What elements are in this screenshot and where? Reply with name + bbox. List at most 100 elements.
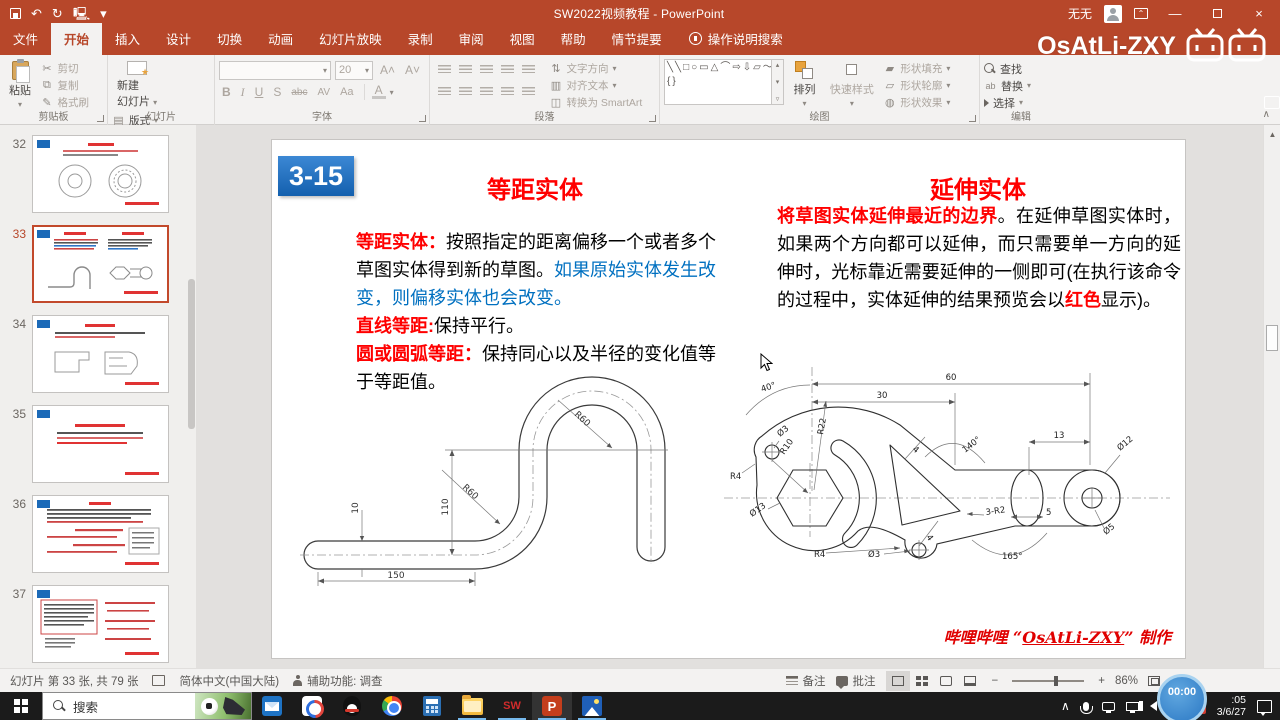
save-icon[interactable] (10, 8, 21, 19)
align-left-icon[interactable] (438, 87, 451, 97)
thumbnail-scrollbar[interactable] (188, 129, 195, 659)
tab-help[interactable]: 帮助 (548, 23, 599, 55)
shape-fill-button[interactable]: ▰ 形状填充 ▾ (883, 61, 951, 76)
justify-icon[interactable] (501, 87, 514, 97)
slide-footer-credit[interactable]: 哔哩哔哩 “OsAtLi-ZXY” 制作 (943, 624, 1171, 648)
font-dialog-launcher-icon[interactable] (419, 115, 426, 122)
paste-button[interactable]: 粘贴 ▾ (4, 59, 36, 111)
thumbnail-slide-34[interactable]: 34 (6, 315, 169, 393)
thumbnail-slide-32[interactable]: 32 (6, 135, 169, 213)
taskbar-file-explorer-icon[interactable] (452, 692, 492, 720)
tab-record[interactable]: 录制 (395, 23, 446, 55)
taskbar-calculator-icon[interactable] (412, 692, 452, 720)
normal-view-button[interactable] (885, 670, 910, 691)
right-title[interactable]: 延伸实体 (777, 170, 1179, 205)
slide-number-badge[interactable]: 3-15 (278, 156, 354, 196)
scroll-up-icon[interactable]: ▲ (1264, 127, 1280, 142)
vertical-scrollbar[interactable]: ▲ (1263, 125, 1280, 668)
start-slideshow-icon[interactable]: 🖳 (73, 7, 90, 20)
tray-volume-icon[interactable] (1138, 701, 1157, 711)
right-text-block[interactable]: 将草图实体延伸最近的边界。在延伸草图实体时，如果两个方向都可以延伸，而只需要单一… (777, 202, 1181, 314)
start-button[interactable] (0, 692, 42, 720)
collapse-ribbon-icon[interactable]: ∧ (1263, 109, 1270, 120)
zoom-out-icon[interactable]: − (992, 675, 999, 687)
shape-outline-button[interactable]: ▱ 形状轮廓 ▾ (883, 78, 951, 93)
tray-expand-icon[interactable]: ∧ (1061, 699, 1070, 713)
text-direction-button[interactable]: ⇅ 文字方向 ▾ (549, 61, 642, 76)
paragraph-dialog-launcher-icon[interactable] (649, 115, 656, 122)
minimize-button[interactable]: — (1160, 0, 1190, 27)
taskbar-search[interactable]: 搜索 (42, 692, 252, 720)
taskbar-qq-icon[interactable] (332, 692, 372, 720)
slide-sorter-view-button[interactable] (910, 671, 934, 691)
tab-file[interactable]: 文件 (0, 23, 51, 55)
increase-font-icon[interactable]: A˄ (377, 63, 398, 77)
quick-styles-button[interactable]: 快速样式 ▾ (825, 59, 879, 111)
display-settings-icon[interactable] (152, 675, 166, 686)
columns-icon[interactable] (522, 87, 535, 97)
numbering-icon[interactable] (459, 65, 472, 75)
account-name[interactable]: 无无 (1068, 5, 1092, 22)
change-case-button[interactable]: Aa (337, 86, 356, 98)
taskbar-meeting-app-icon[interactable] (292, 692, 332, 720)
taskbar-clock[interactable]: :05 3/6/27 (1217, 694, 1246, 718)
recording-timer-overlay[interactable]: 00:00 (1157, 674, 1207, 720)
underline-button[interactable]: U (252, 85, 267, 99)
taskbar-solidworks-icon[interactable]: SW (492, 692, 532, 720)
ribbon-display-options-icon[interactable]: ⌃ (1134, 8, 1148, 19)
copy-button[interactable]: ⧉ 复制 (40, 78, 89, 93)
clipboard-dialog-launcher-icon[interactable] (97, 115, 104, 122)
align-right-icon[interactable] (480, 87, 493, 97)
reading-view-button[interactable] (934, 671, 958, 691)
thumbnail-slide-36[interactable]: 36 (6, 495, 169, 573)
align-center-icon[interactable] (459, 87, 472, 97)
bullets-icon[interactable] (438, 65, 451, 75)
shapes-gallery[interactable]: ╲╲□○▭△⌒⇨⇩▱〜{} (664, 59, 772, 105)
arrange-button[interactable]: 排列 ▾ (788, 59, 820, 111)
tab-insert[interactable]: 插入 (102, 23, 153, 55)
slideshow-view-button[interactable] (958, 671, 982, 691)
line-spacing-icon[interactable] (522, 65, 535, 75)
thumbnail-slide-33-current[interactable]: 33 (6, 225, 169, 303)
find-button[interactable]: 查找 (984, 61, 1031, 76)
increase-indent-icon[interactable] (501, 65, 514, 75)
comments-toggle[interactable]: 批注 (835, 673, 876, 689)
fit-slide-icon[interactable] (1148, 675, 1160, 686)
scrollbar-thumb[interactable] (1266, 325, 1278, 351)
font-name-combobox[interactable]: ▾ (219, 60, 331, 80)
taskbar-chrome-icon[interactable] (372, 692, 412, 720)
tab-storyboarding[interactable]: 情节提要 (599, 23, 675, 55)
avatar[interactable] (1104, 4, 1122, 23)
undo-icon[interactable]: ↶ (31, 7, 42, 20)
replace-button[interactable]: ab 替换 ▾ (984, 78, 1031, 93)
align-text-button[interactable]: ▥ 对齐文本 ▾ (549, 78, 642, 93)
tray-microphone-icon[interactable] (1080, 701, 1094, 714)
new-slide-button[interactable]: 新建幻灯片 ▾ (112, 59, 162, 111)
maximize-button[interactable] (1202, 0, 1232, 27)
zoom-slider[interactable] (1012, 675, 1085, 686)
taskbar-mail-icon[interactable] (252, 692, 292, 720)
tab-animations[interactable]: 动画 (255, 23, 306, 55)
zoom-in-icon[interactable]: + (1098, 675, 1105, 687)
action-center-icon[interactable] (1257, 699, 1272, 716)
shapes-gallery-scrollbar[interactable]: ▴ ▾ ▿ (772, 59, 784, 105)
notes-toggle[interactable]: 备注 (785, 673, 826, 689)
thumbnail-slide-37[interactable]: 37 (6, 585, 169, 663)
tab-review[interactable]: 审阅 (446, 23, 497, 55)
left-title[interactable]: 等距实体 (356, 170, 714, 205)
drawing-dialog-launcher-icon[interactable] (969, 115, 976, 122)
language-status[interactable]: 简体中文(中国大陆) (179, 673, 279, 689)
left-technical-drawing[interactable]: 110 150 10 R60 R60 (290, 362, 710, 620)
tab-design[interactable]: 设计 (153, 23, 204, 55)
font-color-button[interactable]: A (371, 84, 386, 99)
customize-qat-icon[interactable]: ▾ (100, 7, 107, 20)
tray-display-icon[interactable] (1125, 701, 1139, 713)
font-size-combobox[interactable]: 20 ▾ (335, 60, 373, 80)
accessibility-status[interactable]: 辅助功能: 调查 (293, 673, 383, 689)
taskbar-photos-icon[interactable] (572, 692, 612, 720)
cut-button[interactable]: ✂ 剪切 (40, 61, 89, 76)
character-spacing-button[interactable]: AV (314, 87, 333, 98)
text-shadow-button[interactable]: S (270, 85, 284, 99)
zoom-slider-thumb[interactable] (1054, 675, 1058, 686)
close-button[interactable]: × (1244, 0, 1274, 27)
